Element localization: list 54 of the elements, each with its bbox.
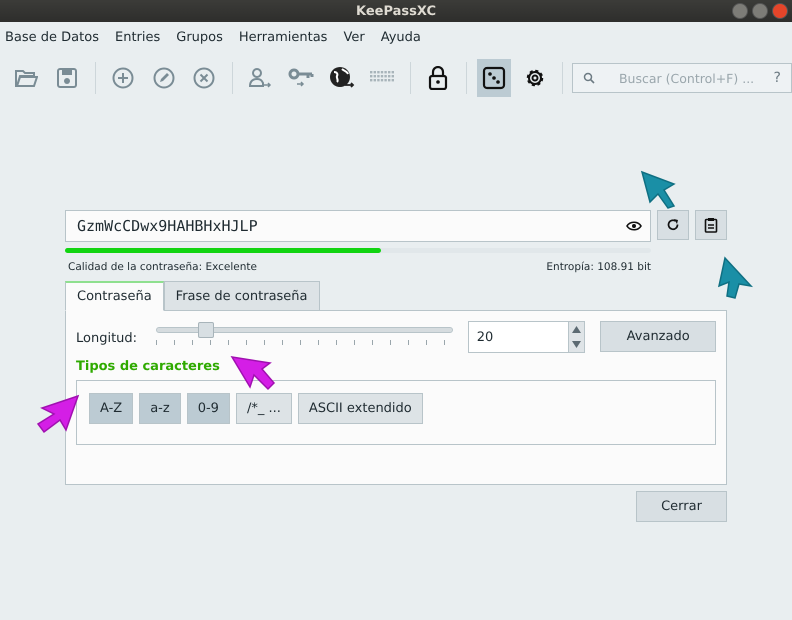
search-field[interactable]: Buscar (Control+F) ... ? (572, 63, 792, 93)
arrow-icon (640, 170, 678, 210)
menu-item[interactable]: Grupos (176, 30, 223, 48)
up-arrow-icon[interactable] (572, 326, 582, 333)
globe-icon (328, 66, 355, 90)
length-slider[interactable] (156, 322, 453, 338)
length-value: 20 (476, 329, 494, 347)
advanced-button[interactable]: Avanzado (600, 321, 716, 352)
toggle-button[interactable]: ASCII extendido (298, 393, 423, 424)
arrow-icon (230, 355, 276, 391)
help-icon[interactable]: ? (774, 70, 781, 86)
password-field[interactable]: GzmWcCDwx9HAHBHxHJLP (65, 210, 651, 242)
menu-item[interactable]: Base de Datos (5, 30, 99, 48)
clipboard-icon (704, 217, 718, 233)
window-title: KeePassXC (356, 4, 436, 18)
folder-icon (14, 68, 38, 88)
user-icon (248, 67, 272, 89)
save-icon (56, 67, 78, 89)
slider-thumb[interactable] (198, 322, 214, 338)
arrow-icon (715, 256, 755, 300)
maximize-button[interactable] (752, 3, 768, 19)
key-icon (288, 67, 314, 89)
entropy-label: Entropía: 108.91 bit (546, 261, 651, 273)
toggle-button[interactable]: /*_ ... (236, 393, 292, 424)
copy-button[interactable] (695, 210, 727, 240)
toggle-button[interactable]: 0-9 (186, 393, 230, 424)
minimize-button[interactable] (732, 3, 748, 19)
toggle-button[interactable]: a-z (139, 393, 181, 424)
close-button[interactable] (772, 3, 788, 19)
tab[interactable]: Frase de contraseña (164, 281, 320, 311)
section-title: Tipos de caracteres (76, 359, 221, 374)
password-text: GzmWcCDwx9HAHBHxHJLP (77, 217, 258, 235)
menu-item[interactable]: Entries (114, 30, 160, 48)
eye-icon[interactable] (626, 221, 642, 231)
tab[interactable]: Contraseña (65, 281, 164, 311)
length-label: Longitud: (76, 331, 138, 346)
close-dialog-button[interactable]: Cerrar (636, 491, 727, 522)
arrow-icon (36, 394, 80, 434)
quality-label: Calidad de la contraseña: Excelente (68, 261, 257, 273)
edit-icon (152, 67, 175, 89)
lock-icon (428, 66, 448, 90)
length-spinbox[interactable]: 20 (468, 321, 586, 353)
refresh-icon (666, 218, 680, 232)
menu-item[interactable]: Ver (343, 30, 365, 48)
menu-item[interactable]: Herramientas (238, 30, 328, 48)
toggle-button[interactable]: A-Z (89, 393, 134, 424)
dice-icon (482, 66, 506, 90)
regenerate-button[interactable] (657, 210, 689, 240)
add-icon (112, 67, 134, 89)
menu-item[interactable]: Ayuda (380, 30, 421, 48)
down-arrow-icon[interactable] (572, 341, 582, 348)
toolbar-button[interactable] (476, 59, 512, 97)
search-icon (582, 72, 595, 84)
delete-icon (193, 67, 216, 89)
